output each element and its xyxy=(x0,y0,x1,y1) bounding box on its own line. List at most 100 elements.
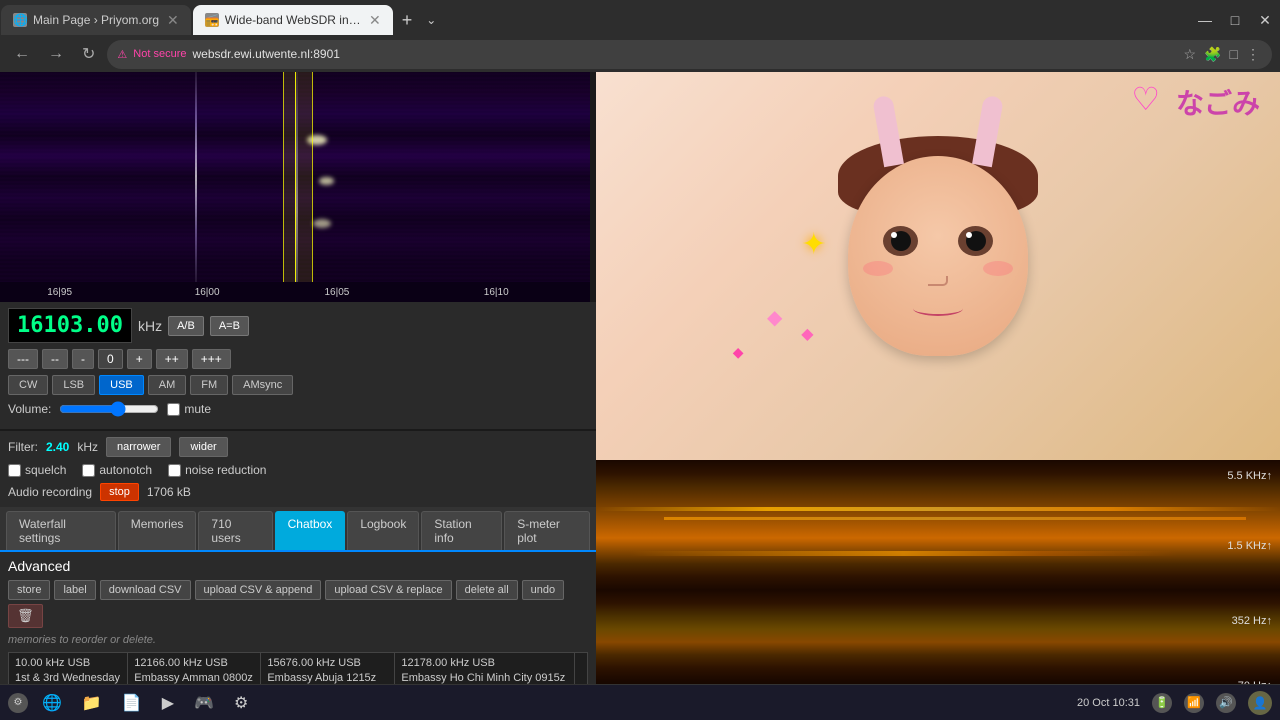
mode-am[interactable]: AM xyxy=(148,375,187,395)
taskbar-chrome[interactable]: 🌐 xyxy=(36,691,68,715)
back-button[interactable]: ← xyxy=(8,43,36,65)
ab-button[interactable]: A/B xyxy=(168,316,204,336)
step-plus[interactable]: + xyxy=(127,349,152,369)
squelch-checkbox[interactable] xyxy=(8,464,21,477)
tab-users[interactable]: 710 users xyxy=(198,511,272,550)
mode-cw[interactable]: CW xyxy=(8,375,48,395)
security-label: Not secure xyxy=(133,48,186,60)
undo-button[interactable]: undo xyxy=(522,580,564,600)
taskbar-datetime: 20 Oct 10:31 xyxy=(1077,697,1140,709)
spec-scale-3: 352 Hz↑ xyxy=(1232,615,1272,627)
noise-reduction-checkbox[interactable] xyxy=(168,464,181,477)
wider-button[interactable]: wider xyxy=(179,437,227,457)
step-row: --- -- - 0 + ++ +++ xyxy=(8,349,588,369)
tab-close-1[interactable]: ✕ xyxy=(167,12,179,29)
spec-band-1 xyxy=(596,507,1280,511)
mute-checkbox[interactable] xyxy=(167,403,180,416)
close-button[interactable]: ✕ xyxy=(1250,5,1280,35)
step-doubleminus[interactable]: -- xyxy=(42,349,68,369)
maximize-button[interactable]: □ xyxy=(1220,5,1250,35)
user-avatar[interactable]: 👤 xyxy=(1248,691,1272,715)
mode-row: CW LSB USB AM FM AMsync xyxy=(8,375,588,395)
tab-memories[interactable]: Memories xyxy=(118,511,197,550)
extension-button[interactable]: 🧩 xyxy=(1202,44,1223,65)
spec-band-3 xyxy=(630,551,1177,556)
url-actions: ☆ 🧩 □ ⋮ xyxy=(1182,44,1262,65)
address-bar: ← → ↻ ⚠ Not secure websdr.ewi.utwente.nl… xyxy=(0,36,1280,72)
narrower-button[interactable]: narrower xyxy=(106,437,171,457)
mode-lsb[interactable]: LSB xyxy=(52,375,95,395)
step-tripleplus[interactable]: +++ xyxy=(192,349,231,369)
noise-reduction-label[interactable]: noise reduction xyxy=(168,463,266,477)
taskbar-docs[interactable]: 📄 xyxy=(116,691,148,715)
upload-csv-replace-button[interactable]: upload CSV & replace xyxy=(325,580,451,600)
taskbar-files[interactable]: 📁 xyxy=(76,691,108,715)
taskbar-system-icon[interactable]: ⚙ xyxy=(8,693,28,713)
freq-unit: kHz xyxy=(138,318,162,334)
freq-axis: 16|95 16|00 16|05 16|10 xyxy=(0,282,590,302)
tab-chatbox[interactable]: Chatbox xyxy=(275,511,346,550)
waterfall-display[interactable]: 16|95 16|00 16|05 16|10 CHN CNR1 Jammer … xyxy=(0,72,590,302)
taskbar-settings[interactable]: ⚙ xyxy=(228,691,254,715)
filter-value: 2.40 xyxy=(46,440,69,454)
tab-station-info[interactable]: Station info xyxy=(421,511,502,550)
filter-panel: Filter: 2.40 kHz narrower wider squelch … xyxy=(0,431,596,507)
mode-fm[interactable]: FM xyxy=(190,375,228,395)
forward-button[interactable]: → xyxy=(42,43,70,65)
filter-row: Filter: 2.40 kHz narrower wider xyxy=(8,437,588,457)
browser-chrome: 🌐 Main Page › Priyom.org ✕ 📻 Wide-band W… xyxy=(0,0,1280,72)
tab-waterfall-settings[interactable]: Waterfall settings xyxy=(6,511,116,550)
step-minus[interactable]: - xyxy=(72,349,94,369)
stop-button[interactable]: stop xyxy=(100,483,139,501)
bookmark-button[interactable]: ☆ xyxy=(1182,44,1199,65)
upload-csv-append-button[interactable]: upload CSV & append xyxy=(195,580,322,600)
new-tab-button[interactable]: + xyxy=(394,10,421,31)
frequency-display[interactable]: 16103.00 xyxy=(8,308,132,343)
mode-usb[interactable]: USB xyxy=(99,375,144,395)
controls-area: 16103.00 kHz A/B A=B --- -- - 0 + ++ +++… xyxy=(0,302,596,429)
reload-button[interactable]: ↻ xyxy=(76,42,101,66)
volume-label: Volume: xyxy=(8,402,51,416)
tab-1[interactable]: 🌐 Main Page › Priyom.org ✕ xyxy=(1,5,191,35)
freq-label-1: 16|95 xyxy=(47,287,72,298)
spectrogram-area: 5.5 KHz↑ 1.5 KHz↑ 352 Hz↑ 70 Hz↑ xyxy=(596,460,1280,720)
mode-amsync[interactable]: AMsync xyxy=(232,375,293,395)
audio-row: Audio recording stop 1706 kB xyxy=(8,483,588,501)
minimize-button[interactable]: — xyxy=(1190,5,1220,35)
jp-text-1: なごみ xyxy=(1176,82,1260,122)
volume-slider[interactable] xyxy=(59,401,159,417)
download-csv-button[interactable]: download CSV xyxy=(100,580,191,600)
wifi-icon: 📶 xyxy=(1184,693,1204,713)
tab-logbook[interactable]: Logbook xyxy=(347,511,419,550)
autonotch-label[interactable]: autonotch xyxy=(82,463,152,477)
signal-blip-3 xyxy=(313,219,331,228)
tab-close-2[interactable]: ✕ xyxy=(369,12,381,29)
delete-all-button[interactable]: delete all xyxy=(456,580,518,600)
reset-button[interactable]: A=B xyxy=(210,316,249,336)
star-decoration: ✦ xyxy=(801,227,826,262)
spec-scale-1: 5.5 KHz↑ xyxy=(1227,470,1272,482)
menu-button[interactable]: ⋮ xyxy=(1244,44,1262,65)
autonotch-checkbox[interactable] xyxy=(82,464,95,477)
signal-line-1 xyxy=(195,72,197,282)
tab-title-1: Main Page › Priyom.org xyxy=(33,13,159,27)
mute-label[interactable]: mute xyxy=(167,402,211,416)
store-button[interactable]: store xyxy=(8,580,50,600)
label-button[interactable]: label xyxy=(54,580,95,600)
tab-overflow[interactable]: ⌄ xyxy=(420,13,442,27)
right-panel: なごみ ♡ xyxy=(596,72,1280,720)
taskbar-youtube[interactable]: ▶ xyxy=(156,691,180,715)
taskbar-play[interactable]: 🎮 xyxy=(188,691,220,715)
step-tripminus[interactable]: --- xyxy=(8,349,38,369)
tab-smeter-plot[interactable]: S-meter plot xyxy=(504,511,590,550)
reading-view-button[interactable]: □ xyxy=(1228,44,1240,65)
step-zero[interactable]: 0 xyxy=(98,349,123,369)
step-doubleplus[interactable]: ++ xyxy=(156,349,188,369)
trash-button[interactable]: 🗑 xyxy=(8,604,43,628)
tab-title-2: Wide-band WebSDR in Ens... xyxy=(225,13,361,27)
url-bar[interactable]: ⚠ Not secure websdr.ewi.utwente.nl:8901 … xyxy=(107,40,1272,69)
tab-2[interactable]: 📻 Wide-band WebSDR in Ens... ✕ xyxy=(193,5,393,35)
anime-image-area: なごみ ♡ xyxy=(596,72,1280,460)
window-controls: — □ ✕ xyxy=(1190,5,1280,35)
squelch-label[interactable]: squelch xyxy=(8,463,66,477)
